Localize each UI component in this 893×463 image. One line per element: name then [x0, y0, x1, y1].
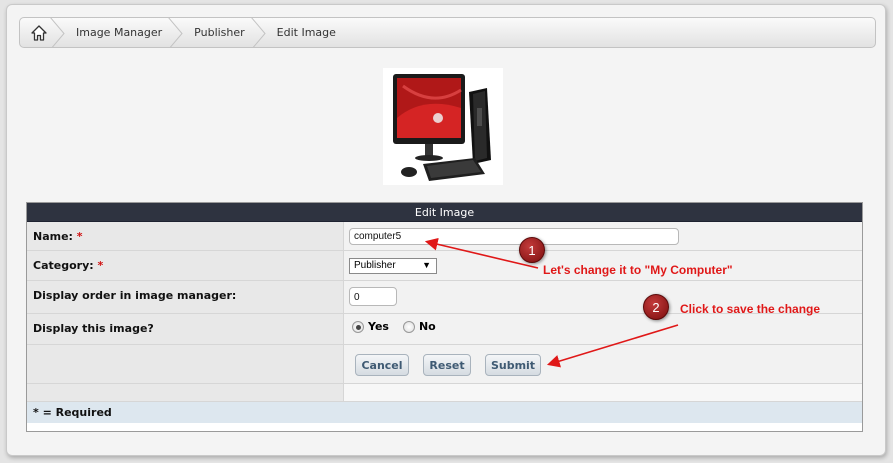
step2-text: Click to save the change	[680, 302, 821, 316]
annotation-arrows	[424, 237, 679, 368]
breadcrumb-separator	[50, 18, 65, 47]
step2-arrow	[546, 324, 679, 368]
step1-badge: 1	[519, 237, 545, 263]
step2-badge: 2	[643, 294, 669, 320]
step1-text: Let's change it to "My Computer"	[543, 263, 733, 277]
breadcrumb-separator	[168, 18, 183, 47]
breadcrumb-separator	[250, 18, 266, 47]
